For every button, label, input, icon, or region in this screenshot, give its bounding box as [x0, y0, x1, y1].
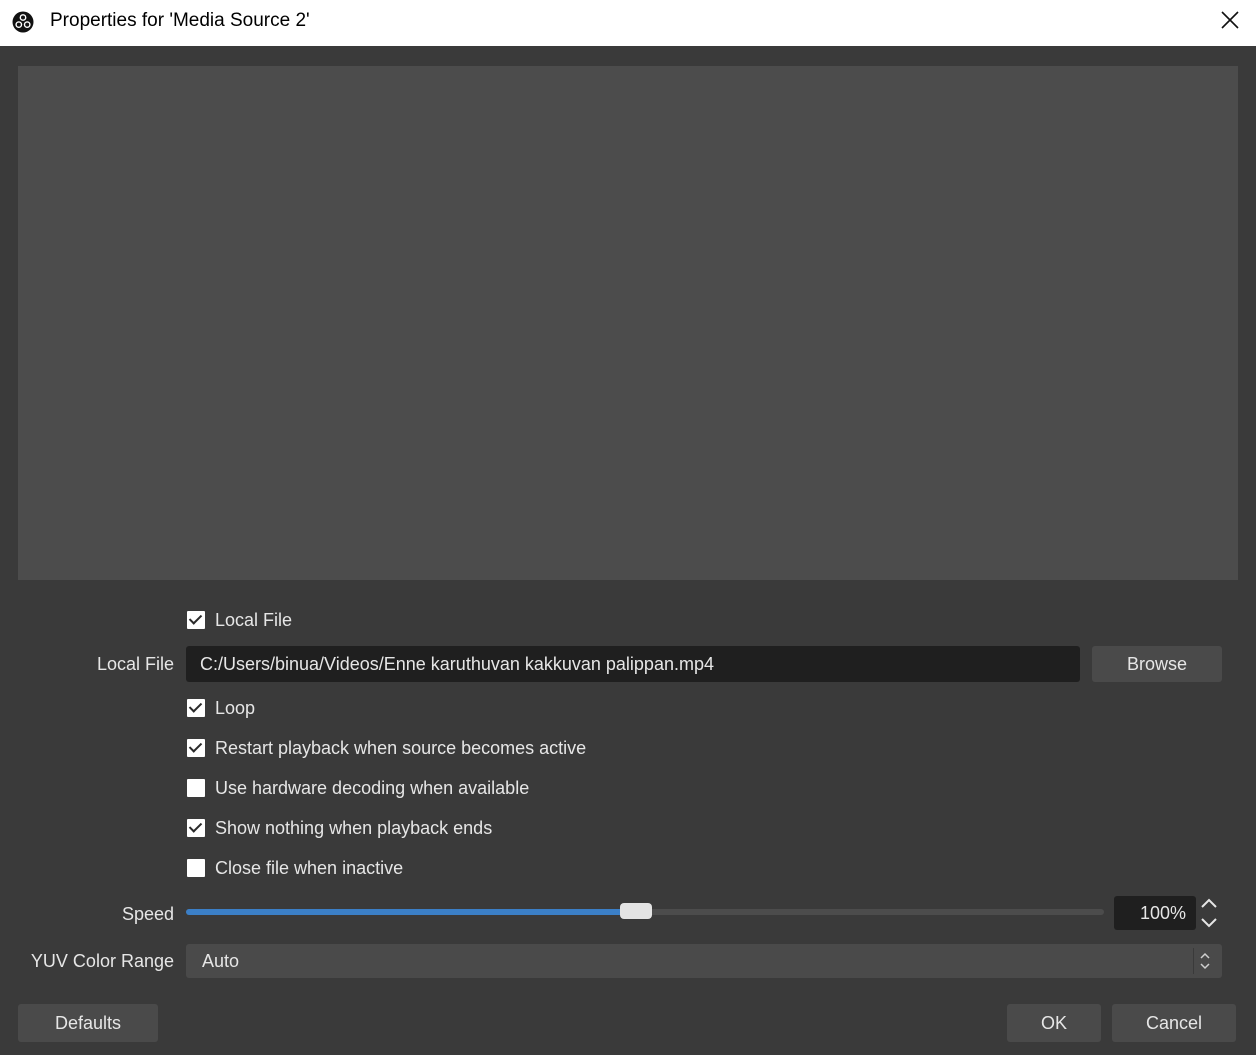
defaults-button[interactable]: Defaults: [18, 1004, 158, 1042]
ok-button[interactable]: OK: [1007, 1004, 1101, 1042]
title-bar: Properties for 'Media Source 2': [0, 0, 1256, 46]
restart-playback-checkbox[interactable]: [187, 739, 205, 757]
speed-slider-fill: [186, 909, 636, 915]
media-preview: [18, 66, 1238, 580]
yuv-color-range-value: Auto: [202, 951, 240, 971]
loop-label: Loop: [215, 697, 256, 718]
hardware-decoding-option[interactable]: Use hardware decoding when available: [187, 777, 529, 799]
close-file-checkbox[interactable]: [187, 859, 205, 877]
loop-option[interactable]: Loop: [187, 697, 255, 719]
chevron-up-icon[interactable]: [1196, 894, 1222, 913]
speed-slider[interactable]: [186, 903, 1104, 919]
close-file-label: Close file when inactive: [215, 857, 404, 878]
close-file-option[interactable]: Close file when inactive: [187, 857, 403, 879]
speed-spinner[interactable]: [1196, 894, 1222, 932]
hardware-decoding-label: Use hardware decoding when available: [215, 777, 530, 798]
window-title: Properties for 'Media Source 2': [50, 10, 310, 31]
local-file-label: Local File: [96, 654, 174, 674]
cancel-button[interactable]: Cancel: [1112, 1004, 1236, 1042]
speed-label: Speed: [121, 904, 174, 924]
select-arrows-icon: [1193, 948, 1210, 974]
show-nothing-label: Show nothing when playback ends: [215, 817, 493, 838]
yuv-color-range-label: YUV Color Range: [30, 951, 174, 971]
restart-playback-label: Restart playback when source becomes act…: [215, 737, 587, 758]
local-file-checkbox[interactable]: [187, 611, 205, 629]
show-nothing-checkbox[interactable]: [187, 819, 205, 837]
chevron-down-icon[interactable]: [1196, 913, 1222, 932]
loop-checkbox[interactable]: [187, 699, 205, 717]
speed-slider-handle[interactable]: [619, 903, 652, 919]
restart-playback-option[interactable]: Restart playback when source becomes act…: [187, 737, 586, 759]
local-file-toggle[interactable]: Local File: [187, 609, 292, 631]
speed-value-field[interactable]: 100%: [1114, 896, 1196, 930]
local-file-path-field[interactable]: C:/Users/binua/Videos/Enne karuthuvan ka…: [186, 646, 1080, 682]
browse-button[interactable]: Browse: [1092, 646, 1222, 682]
show-nothing-option[interactable]: Show nothing when playback ends: [187, 817, 492, 839]
yuv-color-range-select[interactable]: Auto: [186, 944, 1222, 978]
obs-logo-icon: [12, 11, 34, 33]
hardware-decoding-checkbox[interactable]: [187, 779, 205, 797]
close-icon[interactable]: [1218, 8, 1242, 32]
local-file-toggle-label: Local File: [215, 609, 293, 630]
